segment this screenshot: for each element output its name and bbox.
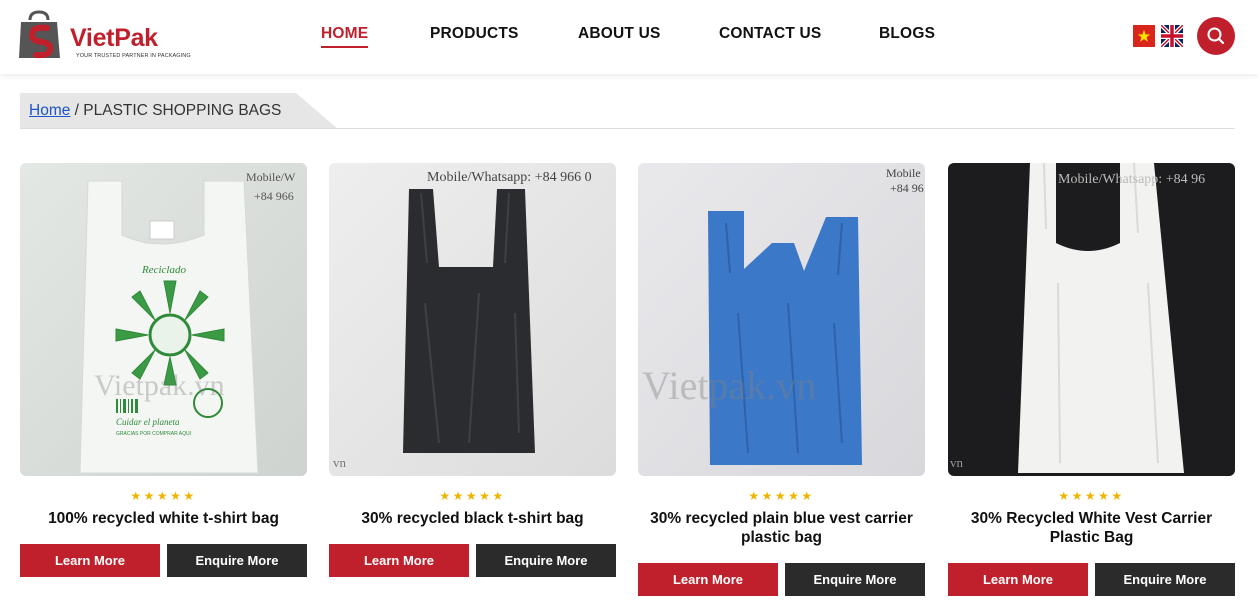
learn-more-button[interactable]: Learn More [329, 544, 469, 577]
vietpak-logo[interactable]: VietPak YOUR TRUSTED PARTNER IN PACKAGIN… [18, 10, 191, 62]
product-image[interactable]: Mobile/Whatsapp: +84 96 vn [948, 163, 1235, 476]
vietnam-flag-icon[interactable] [1133, 25, 1155, 47]
site-header: VietPak YOUR TRUSTED PARTNER IN PACKAGIN… [0, 0, 1259, 74]
nav-home[interactable]: HOME [321, 25, 369, 48]
image-overlay-line1: Mobile/W [246, 170, 296, 184]
breadcrumb-home-link[interactable]: Home [29, 102, 70, 119]
breadcrumb-separator: / [70, 102, 84, 119]
enquire-more-button[interactable]: Enquire More [476, 544, 616, 577]
rating-stars: ★★★★★ [130, 489, 197, 503]
image-watermark: Vietpak.vn [94, 369, 225, 402]
breadcrumb: Home / PLASTIC SHOPPING BAGS [20, 93, 338, 129]
product-image[interactable]: Reciclado Cuidar el planeta GRACIAS POR … [20, 163, 307, 476]
product-title[interactable]: 30% Recycled White Vest Carrier Plastic … [948, 509, 1235, 547]
enquire-more-button[interactable]: Enquire More [167, 544, 307, 577]
brand-name: VietPak [70, 24, 158, 52]
bag-print-reciclado: Reciclado [141, 264, 186, 276]
bag-print-cuidar: Cuidar el planeta [116, 417, 180, 427]
image-overlay-line1: Mobile [886, 166, 921, 180]
learn-more-button[interactable]: Learn More [638, 563, 778, 596]
rating-stars: ★★★★★ [1058, 489, 1125, 503]
breadcrumb-current: PLASTIC SHOPPING BAGS [83, 102, 282, 119]
product-title[interactable]: 30% recycled plain blue vest carrier pla… [638, 509, 925, 547]
product-image[interactable]: Vietpak.vn Mobile +84 96 [638, 163, 925, 476]
rating-stars: ★★★★★ [748, 489, 815, 503]
nav-about-us[interactable]: ABOUT US [578, 25, 661, 43]
image-overlay-line2: +84 96 [890, 181, 924, 195]
image-overlay: Mobile/Whatsapp: +84 96 [1058, 172, 1205, 187]
brand-tagline: YOUR TRUSTED PARTNER IN PACKAGING [76, 53, 191, 59]
image-watermark: vn [333, 455, 347, 470]
uk-flag-icon[interactable] [1161, 25, 1183, 47]
enquire-more-button[interactable]: Enquire More [785, 563, 925, 596]
enquire-more-button[interactable]: Enquire More [1095, 563, 1235, 596]
product-image[interactable]: Mobile/Whatsapp: +84 966 0 vn [329, 163, 616, 476]
shopping-bag-logo-icon [19, 10, 60, 59]
search-button[interactable] [1197, 17, 1235, 55]
image-watermark: Vietpak.vn [642, 363, 816, 408]
breadcrumb-text: Home / PLASTIC SHOPPING BAGS [29, 102, 281, 120]
image-overlay: Mobile/Whatsapp: +84 966 0 [427, 170, 592, 185]
learn-more-button[interactable]: Learn More [948, 563, 1088, 596]
product-title[interactable]: 30% recycled black t-shirt bag [329, 509, 616, 528]
image-overlay-line2: +84 966 [254, 189, 294, 203]
rating-stars: ★★★★★ [439, 489, 506, 503]
search-icon [1207, 27, 1225, 45]
product-title[interactable]: 100% recycled white t-shirt bag [20, 509, 307, 528]
nav-contact-us[interactable]: CONTACT US [719, 25, 821, 43]
bag-print-gracias: GRACIAS POR COMPRAR AQUI [116, 431, 191, 437]
image-watermark: vn [950, 455, 964, 470]
breadcrumb-divider [20, 128, 1235, 129]
learn-more-button[interactable]: Learn More [20, 544, 160, 577]
nav-blogs[interactable]: BLOGS [879, 25, 935, 43]
nav-products[interactable]: PRODUCTS [430, 25, 519, 43]
